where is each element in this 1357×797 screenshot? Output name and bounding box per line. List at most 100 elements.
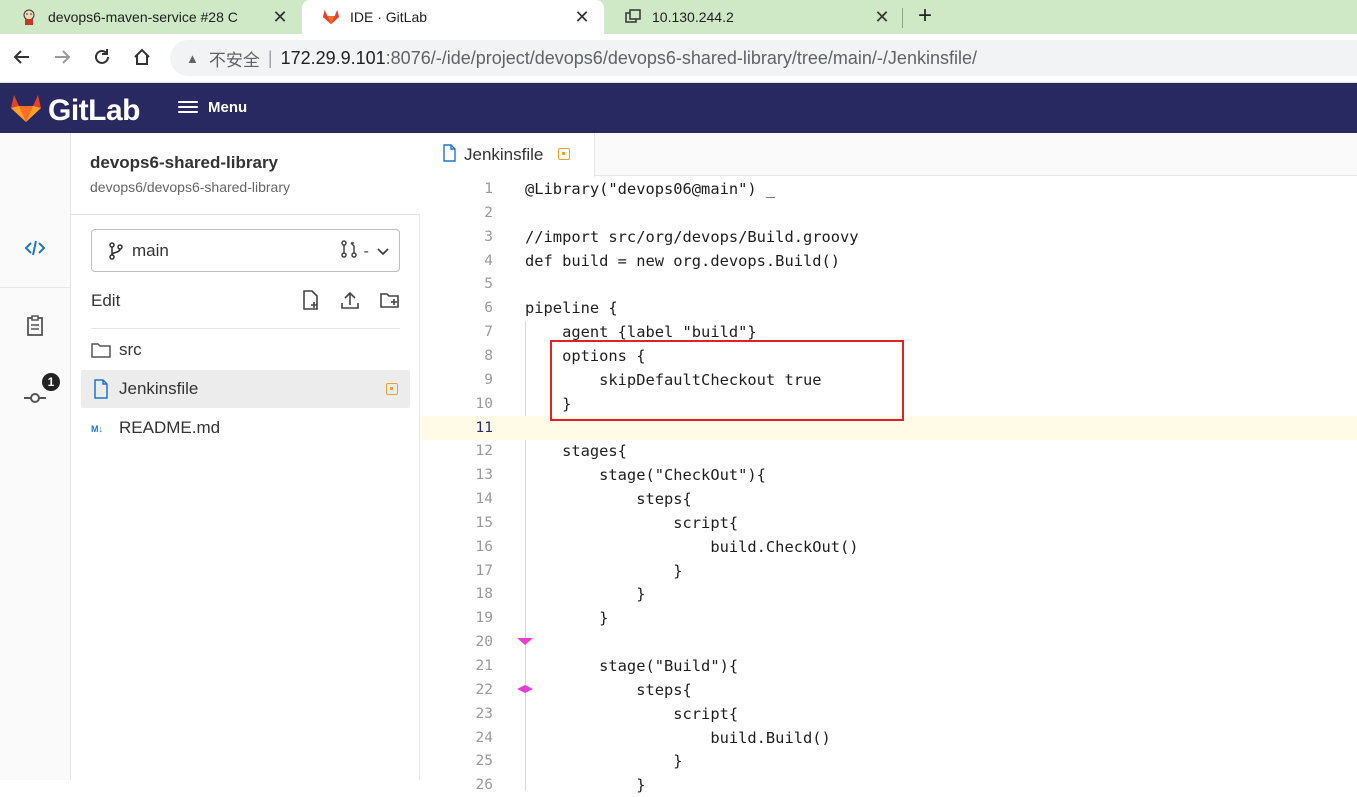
code-line[interactable]: 24 build.Build()	[421, 726, 1357, 750]
tab-divider	[902, 8, 903, 28]
activity-bar: 1	[0, 133, 71, 780]
code-line[interactable]: 6 pipeline {	[421, 296, 1357, 320]
commit-icon	[23, 391, 47, 410]
commit-mode-button[interactable]	[0, 391, 70, 410]
code-text: def build = new org.devops.Build()	[525, 251, 841, 270]
line-number: 3	[484, 228, 493, 245]
code-line[interactable]: 19 }	[421, 606, 1357, 630]
remote-desktop-icon	[624, 8, 642, 26]
close-icon[interactable]: ✕	[270, 7, 290, 28]
code-text: script{	[525, 704, 739, 723]
folding-marker-icon[interactable]	[516, 684, 534, 694]
new-folder-icon[interactable]	[379, 289, 401, 316]
line-number: 13	[475, 467, 493, 484]
file-modified-icon	[386, 383, 398, 395]
review-mode-button[interactable]	[0, 315, 70, 342]
back-arrow-icon[interactable]	[12, 47, 32, 73]
tree-item-label: src	[119, 340, 142, 359]
project-name[interactable]: devops6-shared-library	[90, 153, 278, 173]
gitlab-header: GitLab Menu	[0, 83, 1357, 133]
folder-icon	[91, 342, 111, 358]
code-text: pipeline {	[525, 299, 618, 318]
branch-selector[interactable]: main -	[91, 229, 400, 272]
new-file-icon[interactable]	[301, 289, 321, 316]
code-line[interactable]: 12 stages{	[421, 439, 1357, 463]
close-icon[interactable]: ✕	[572, 7, 592, 28]
hamburger-icon	[178, 98, 198, 116]
code-line[interactable]: 21 stage("Build"){	[421, 654, 1357, 678]
editor-tab-label: Jenkinsfile	[464, 145, 544, 164]
browser-tab-remote[interactable]: 10.130.244.2 ✕	[604, 0, 904, 34]
code-line[interactable]: 15 script{	[421, 511, 1357, 535]
new-tab-icon[interactable]: +	[918, 2, 932, 30]
merge-request-selector[interactable]: -	[340, 240, 389, 263]
code-line[interactable]: 20	[421, 630, 1357, 654]
address-host: 172.29.9.101	[280, 47, 386, 68]
line-number: 18	[475, 586, 493, 603]
code-line[interactable]: 17 }	[421, 559, 1357, 583]
folding-marker-icon[interactable]	[516, 636, 534, 646]
branch-name: main	[132, 240, 169, 260]
code-line[interactable]: 14 steps{	[421, 487, 1357, 511]
edit-toolbar: Edit	[91, 285, 400, 329]
code-line[interactable]: 1 @Library("devops06@main") _	[421, 177, 1357, 201]
code-text: build.Build()	[525, 728, 831, 747]
browser-tab-jenkins[interactable]: devops6-maven-service #28 C ✕	[0, 0, 302, 34]
line-number: 2	[484, 204, 493, 221]
upload-icon[interactable]	[340, 289, 360, 316]
file-panel: main - Edit src Jenkinsfile M↓ README.md	[71, 215, 420, 780]
address-separator: |	[267, 47, 273, 68]
jenkins-icon	[20, 8, 38, 26]
code-text: stage("Build"){	[525, 657, 739, 675]
line-number: 15	[475, 514, 493, 531]
code-line[interactable]: 13 stage("CheckOut"){	[421, 463, 1357, 487]
chevron-down-icon	[377, 243, 389, 261]
tree-item-readme[interactable]: M↓ README.md	[81, 409, 410, 447]
editor-tab-jenkinsfile[interactable]: Jenkinsfile	[421, 133, 595, 177]
forward-arrow-icon[interactable]	[52, 47, 72, 73]
file-icon	[443, 143, 457, 167]
code-text: }	[525, 776, 646, 795]
code-text: steps{	[525, 680, 692, 699]
reload-icon[interactable]	[92, 47, 112, 73]
menu-button[interactable]: Menu	[178, 98, 247, 116]
line-number: 26	[475, 777, 493, 794]
home-icon[interactable]	[132, 47, 152, 73]
gitlab-logo[interactable]: GitLab	[10, 93, 141, 128]
line-number: 12	[475, 443, 493, 460]
code-editor: Jenkinsfile 1 @Library("devops06@main") _…	[421, 133, 1357, 794]
line-number: 9	[484, 371, 493, 388]
browser-tab-title: 10.130.244.2	[652, 9, 734, 25]
line-number: 5	[484, 276, 493, 293]
line-number: 14	[475, 491, 493, 508]
code-line[interactable]: 26 }	[421, 773, 1357, 797]
code-text: script{	[525, 513, 739, 532]
code-line[interactable]: 25 }	[421, 749, 1357, 773]
code-line[interactable]: 18 }	[421, 582, 1357, 606]
activity-divider	[0, 287, 70, 288]
warning-triangle-icon[interactable]: ▲	[186, 51, 199, 66]
line-number: 21	[475, 658, 493, 674]
file-modified-icon[interactable]	[558, 148, 570, 160]
gitlab-tanuki-icon	[10, 93, 42, 128]
tree-item-jenkinsfile[interactable]: Jenkinsfile	[81, 370, 410, 408]
code-line[interactable]: 23 script{	[421, 702, 1357, 726]
code-line[interactable]: 3 //import src/org/devops/Build.groovy	[421, 225, 1357, 249]
line-number: 1	[484, 181, 493, 197]
code-line[interactable]: 5	[421, 272, 1357, 296]
tree-item-src[interactable]: src	[81, 331, 410, 369]
browser-tab-gitlab[interactable]: IDE · GitLab ✕	[302, 0, 604, 34]
code-line[interactable]: 16 build.CheckOut()	[421, 535, 1357, 559]
code-line[interactable]: 22 steps{	[421, 678, 1357, 702]
address-bar[interactable]: ▲ 不安全 | 172.29.9.101 :8076/-/ide/project…	[170, 40, 1357, 76]
code-line[interactable]: 2	[421, 201, 1357, 225]
code-area[interactable]: 1 @Library("devops06@main") _ 2 3//import s…	[421, 177, 1357, 794]
close-icon[interactable]: ✕	[872, 7, 892, 28]
browser-tab-title: IDE · GitLab	[350, 9, 428, 25]
line-number: 22	[475, 681, 493, 698]
code-line[interactable]: 4 def build = new org.devops.Build()	[421, 249, 1357, 273]
commit-count-badge: 1	[42, 373, 60, 391]
code-text: @Library("devops06@main") _	[525, 180, 776, 198]
edit-mode-button[interactable]	[0, 239, 70, 262]
edit-label: Edit	[91, 291, 121, 310]
